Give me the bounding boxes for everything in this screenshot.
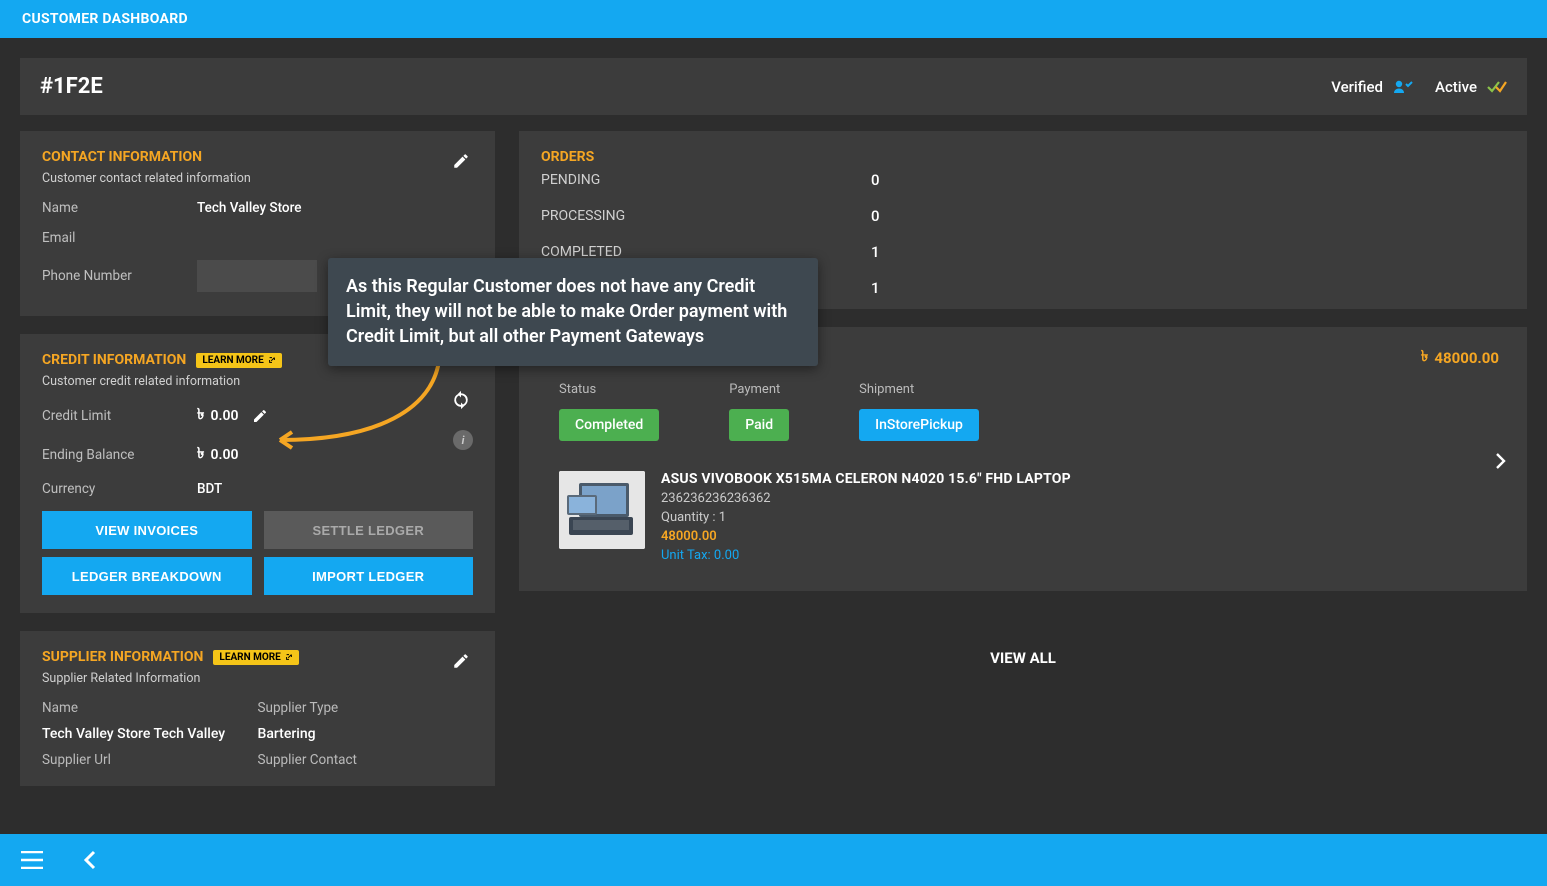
orders-processing-label: PROCESSING [541,208,871,224]
name-value: Tech Valley Store [197,200,301,216]
learn-more-label: LEARN MORE [219,652,280,663]
active-status: Active [1435,78,1507,96]
ending-balance-value: 0.00 [210,447,238,463]
phone-input[interactable] [197,260,317,292]
currency-label: Currency [42,481,197,497]
supplier-name-value: Tech Valley Store Tech Valley [42,726,258,742]
page-title: CUSTOMER DASHBOARD [22,11,188,27]
email-label: Email [42,230,197,246]
supplier-subtitle: Supplier Related Information [42,671,473,686]
supplier-type-label: Supplier Type [258,700,474,716]
name-label: Name [42,200,197,216]
supplier-url-label: Supplier Url [42,752,258,768]
currency-value: BDT [197,481,222,497]
order-total-amount: 48000.00 [1434,349,1499,367]
credit-learn-more-badge[interactable]: LEARN MORE [196,353,281,368]
import-ledger-button[interactable]: IMPORT LEDGER [264,557,474,595]
orders-pending-value: 0 [871,171,880,189]
credit-subtitle: Customer credit related information [42,374,473,389]
orders-pending-label: PENDING [541,172,871,188]
orders-title: ORDERS [541,149,1505,165]
external-link-icon [285,653,293,661]
product-sku: 236236236236362 [661,491,1071,506]
header-strip: #1F2E Verified Active [20,58,1527,115]
edit-contact-button[interactable] [447,147,475,175]
customer-id: #1F2E [40,74,103,99]
active-label: Active [1435,78,1477,96]
credit-limit-tooltip: As this Regular Customer does not have a… [328,258,818,366]
supplier-learn-more-badge[interactable]: LEARN MORE [213,650,298,665]
verified-label: Verified [1331,78,1383,96]
supplier-contact-label: Supplier Contact [258,752,474,768]
product-tax: Unit Tax: 0.00 [661,548,1071,563]
credit-card: i CREDIT INFORMATION LEARN MORE Customer… [20,334,495,613]
phone-label: Phone Number [42,268,197,284]
taka-icon: ৳ [1421,345,1428,370]
external-link-icon [268,356,276,364]
order-detail-expand-button[interactable] [1495,452,1507,470]
learn-more-label: LEARN MORE [202,355,263,366]
edit-credit-limit-button[interactable] [252,408,268,424]
order-status-label: Status [559,382,659,397]
supplier-card: SUPPLIER INFORMATION LEARN MORE Supplier… [20,631,495,786]
supplier-type-value: Bartering [258,726,474,742]
order-payment-pill: Paid [729,409,789,441]
verified-status: Verified [1331,78,1413,96]
product-image [559,471,645,549]
credit-info-button[interactable]: i [453,430,473,450]
taka-icon: ৳ [197,442,204,467]
product-price: 48000.00 [661,529,1071,544]
ending-balance-label: Ending Balance [42,447,197,463]
settle-ledger-button: SETTLE LEDGER [264,511,474,549]
header-status-group: Verified Active [1331,78,1507,96]
orders-total-value: 1 [871,279,880,297]
orders-processing-value: 0 [871,207,880,225]
view-invoices-button[interactable]: VIEW INVOICES [42,511,252,549]
credit-limit-value: 0.00 [210,408,238,424]
topbar: CUSTOMER DASHBOARD [0,0,1547,38]
content: #1F2E Verified Active [0,38,1547,834]
edit-supplier-button[interactable] [447,647,475,675]
credit-title: CREDIT INFORMATION [42,352,186,368]
order-status-pill: Completed [559,409,659,441]
contact-title: CONTACT INFORMATION [42,149,473,165]
product-title: ASUS VIVOBOOK X515MA CELERON N4020 15.6"… [661,471,1071,487]
back-button[interactable] [76,846,104,874]
order-shipment-pill: InStorePickup [859,409,979,441]
order-product-row: ASUS VIVOBOOK X515MA CELERON N4020 15.6"… [541,471,1505,563]
contact-subtitle: Customer contact related information [42,171,473,186]
bottombar [0,834,1547,886]
credit-limit-label: Credit Limit [42,408,197,424]
verified-icon [1393,79,1413,95]
taka-icon: ৳ [197,403,204,428]
order-shipment-label: Shipment [859,382,979,397]
active-icon [1487,80,1507,94]
supplier-title: SUPPLIER INFORMATION [42,649,203,665]
view-all-orders-button[interactable]: VIEW ALL [519,649,1527,667]
supplier-name-label: Name [42,700,258,716]
product-quantity: Quantity : 1 [661,510,1071,525]
orders-completed-value: 1 [871,243,880,261]
order-detail-card: ৳ 48000.00 Status Completed Payment Paid… [519,327,1527,591]
order-payment-label: Payment [729,382,789,397]
menu-button[interactable] [18,846,46,874]
refresh-credit-button[interactable] [447,386,475,414]
ledger-breakdown-button[interactable]: LEDGER BREAKDOWN [42,557,252,595]
